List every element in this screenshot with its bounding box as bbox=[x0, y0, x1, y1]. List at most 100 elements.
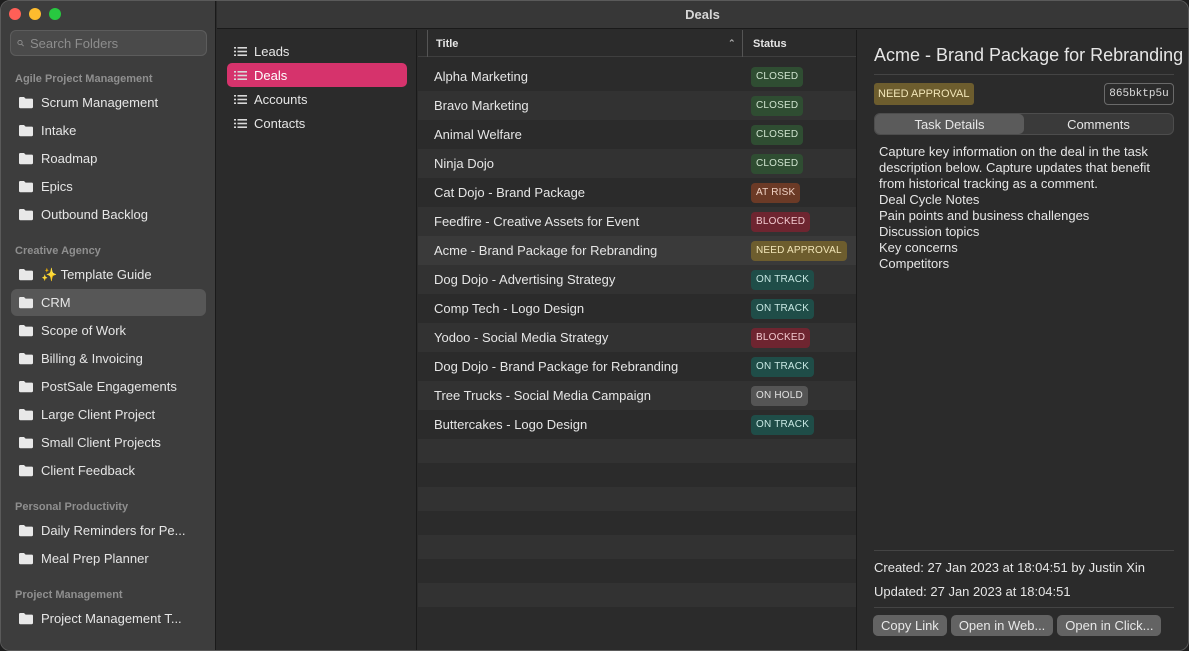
deal-title: Tree Trucks - Social Media Campaign bbox=[434, 388, 651, 403]
folder-label: Scope of Work bbox=[41, 323, 127, 338]
table-body: Alpha Marketing CLOSED Bravo Marketing CLOS… bbox=[418, 62, 856, 631]
folder-icon bbox=[19, 353, 33, 365]
sidebar-folder-item[interactable]: Client Feedback bbox=[11, 457, 206, 484]
task-title: Acme - Brand Package for Rebranding bbox=[874, 45, 1184, 65]
task-id-badge[interactable]: 865bktp5u bbox=[1104, 83, 1174, 105]
open-in-web-button[interactable]: Open in Web... bbox=[950, 615, 1054, 636]
table-row[interactable]: Feedfire - Creative Assets for Event BLOC… bbox=[418, 207, 856, 236]
copy-link-button[interactable]: Copy Link bbox=[873, 615, 947, 636]
folder-search[interactable] bbox=[10, 30, 207, 56]
task-detail-pane: Acme - Brand Package for Rebranding NEED… bbox=[858, 30, 1188, 650]
folder-label: Outbound Backlog bbox=[41, 207, 148, 222]
empty-row bbox=[418, 439, 856, 463]
table-row[interactable]: Comp Tech - Logo Design ON TRACK bbox=[418, 294, 856, 323]
search-icon bbox=[17, 39, 24, 47]
minimize-window-button[interactable] bbox=[29, 8, 41, 20]
deal-title: Acme - Brand Package for Rebranding bbox=[434, 243, 658, 258]
tab-comments[interactable]: Comments bbox=[1024, 114, 1173, 134]
folder-group-title: Project Management bbox=[15, 589, 123, 601]
status-badge[interactable]: BLOCKED bbox=[751, 327, 811, 348]
folder-label: Roadmap bbox=[41, 151, 98, 166]
sort-ascending-icon[interactable]: ⌃ bbox=[728, 38, 736, 49]
status-badge[interactable]: CLOSED bbox=[751, 95, 804, 116]
sidebar-folder-item[interactable]: CRM bbox=[11, 289, 206, 316]
table-row[interactable]: Dog Dojo - Advertising Strategy ON TRACK bbox=[418, 265, 856, 294]
status-badge[interactable]: ON TRACK bbox=[751, 298, 815, 319]
view-item-deals[interactable]: Deals bbox=[227, 63, 407, 87]
folder-icon bbox=[19, 465, 33, 477]
sidebar-folder-item[interactable]: Small Client Projects bbox=[11, 429, 206, 456]
detail-actions: Copy Link Open in Web... Open in Click..… bbox=[873, 615, 1162, 636]
deal-title: Comp Tech - Logo Design bbox=[434, 301, 585, 316]
table-row[interactable]: Acme - Brand Package for Rebranding NEED … bbox=[418, 236, 856, 265]
sidebar-folder-item[interactable]: Outbound Backlog bbox=[11, 201, 206, 228]
list-view-icon bbox=[234, 46, 247, 56]
task-status-badge[interactable]: NEED APPROVAL bbox=[874, 83, 974, 105]
description-line: Key concerns bbox=[879, 240, 958, 255]
status-badge[interactable]: CLOSED bbox=[751, 66, 804, 87]
table-row[interactable]: Animal Welfare CLOSED bbox=[418, 120, 856, 149]
folder-group-title: Creative Agency bbox=[15, 245, 101, 257]
created-info: Created: 27 Jan 2023 at 18:04:51 by Just… bbox=[874, 560, 1146, 575]
column-header-status[interactable]: Status bbox=[742, 30, 787, 57]
deal-title: Alpha Marketing bbox=[434, 69, 528, 84]
table-row[interactable]: Cat Dojo - Brand Package AT RISK bbox=[418, 178, 856, 207]
sidebar-folder-item[interactable]: Meal Prep Planner bbox=[11, 545, 206, 572]
view-label: Accounts bbox=[254, 91, 308, 107]
empty-row bbox=[418, 511, 856, 535]
task-description[interactable]: Capture key information on the deal in t… bbox=[879, 144, 1169, 272]
folder-icon bbox=[19, 613, 33, 625]
open-in-clickup-button[interactable]: Open in Click... bbox=[1057, 615, 1162, 636]
sidebar-folder-item[interactable]: Daily Reminders for Pe... bbox=[11, 517, 206, 544]
folder-label: Scrum Management bbox=[41, 95, 159, 110]
sidebar-folder-item[interactable]: PostSale Engagements bbox=[11, 373, 206, 400]
description-paragraph: Capture key information on the deal in t… bbox=[879, 144, 1151, 191]
table-row[interactable]: Buttercakes - Logo Design ON TRACK bbox=[418, 410, 856, 439]
status-badge[interactable]: BLOCKED bbox=[751, 211, 811, 232]
folder-label: ✨ Template Guide bbox=[41, 266, 152, 282]
sidebar-folder-item[interactable]: Scope of Work bbox=[11, 317, 206, 344]
sidebar-folder-item[interactable]: Roadmap bbox=[11, 145, 206, 172]
status-badge[interactable]: ON TRACK bbox=[751, 356, 815, 377]
sidebar-folder-item[interactable]: Epics bbox=[11, 173, 206, 200]
divider bbox=[874, 550, 1174, 551]
sidebar-folder-item[interactable]: Billing & Invoicing bbox=[11, 345, 206, 372]
close-window-button[interactable] bbox=[9, 8, 21, 20]
empty-row bbox=[418, 607, 856, 631]
view-item-contacts[interactable]: Contacts bbox=[227, 111, 407, 135]
table-row[interactable]: Bravo Marketing CLOSED bbox=[418, 91, 856, 120]
sidebar-folder-item[interactable]: ✨ Template Guide bbox=[11, 261, 206, 288]
updated-info: Updated: 27 Jan 2023 at 18:04:51 bbox=[874, 584, 1071, 599]
status-badge[interactable]: AT RISK bbox=[751, 182, 801, 203]
search-input[interactable] bbox=[30, 35, 206, 51]
divider bbox=[874, 607, 1174, 608]
sidebar-folder-item[interactable]: Large Client Project bbox=[11, 401, 206, 428]
table-row[interactable]: Alpha Marketing CLOSED bbox=[418, 62, 856, 91]
sidebar-folder-item[interactable]: Project Management T... bbox=[11, 605, 206, 632]
tab-task-details[interactable]: Task Details bbox=[875, 114, 1024, 134]
view-item-leads[interactable]: Leads bbox=[227, 39, 407, 63]
status-badge[interactable]: ON TRACK bbox=[751, 269, 815, 290]
deal-title: Yodoo - Social Media Strategy bbox=[434, 330, 609, 345]
folder-label: CRM bbox=[41, 295, 71, 310]
deal-title: Dog Dojo - Brand Package for Rebranding bbox=[434, 359, 679, 374]
status-badge[interactable]: ON HOLD bbox=[751, 385, 808, 406]
table-row[interactable]: Yodoo - Social Media Strategy BLOCKED bbox=[418, 323, 856, 352]
sidebar-folder-item[interactable]: Scrum Management bbox=[11, 89, 206, 116]
sidebar-folder-item[interactable]: Intake bbox=[11, 117, 206, 144]
status-badge[interactable]: CLOSED bbox=[751, 124, 804, 145]
zoom-window-button[interactable] bbox=[49, 8, 61, 20]
table-row[interactable]: Ninja Dojo CLOSED bbox=[418, 149, 856, 178]
empty-row bbox=[418, 535, 856, 559]
view-item-accounts[interactable]: Accounts bbox=[227, 87, 407, 111]
empty-row bbox=[418, 559, 856, 583]
folder-icon bbox=[19, 325, 33, 337]
status-badge[interactable]: ON TRACK bbox=[751, 414, 815, 435]
deals-table: Title ⌃ Status Alpha Marketing CLOSED Brav… bbox=[418, 30, 857, 650]
status-badge[interactable]: CLOSED bbox=[751, 153, 804, 174]
column-header-title[interactable]: Title bbox=[427, 30, 740, 57]
table-row[interactable]: Tree Trucks - Social Media Campaign ON HO… bbox=[418, 381, 856, 410]
status-badge[interactable]: NEED APPROVAL bbox=[751, 240, 847, 261]
folder-icon bbox=[19, 181, 33, 193]
table-row[interactable]: Dog Dojo - Brand Package for Rebranding O… bbox=[418, 352, 856, 381]
